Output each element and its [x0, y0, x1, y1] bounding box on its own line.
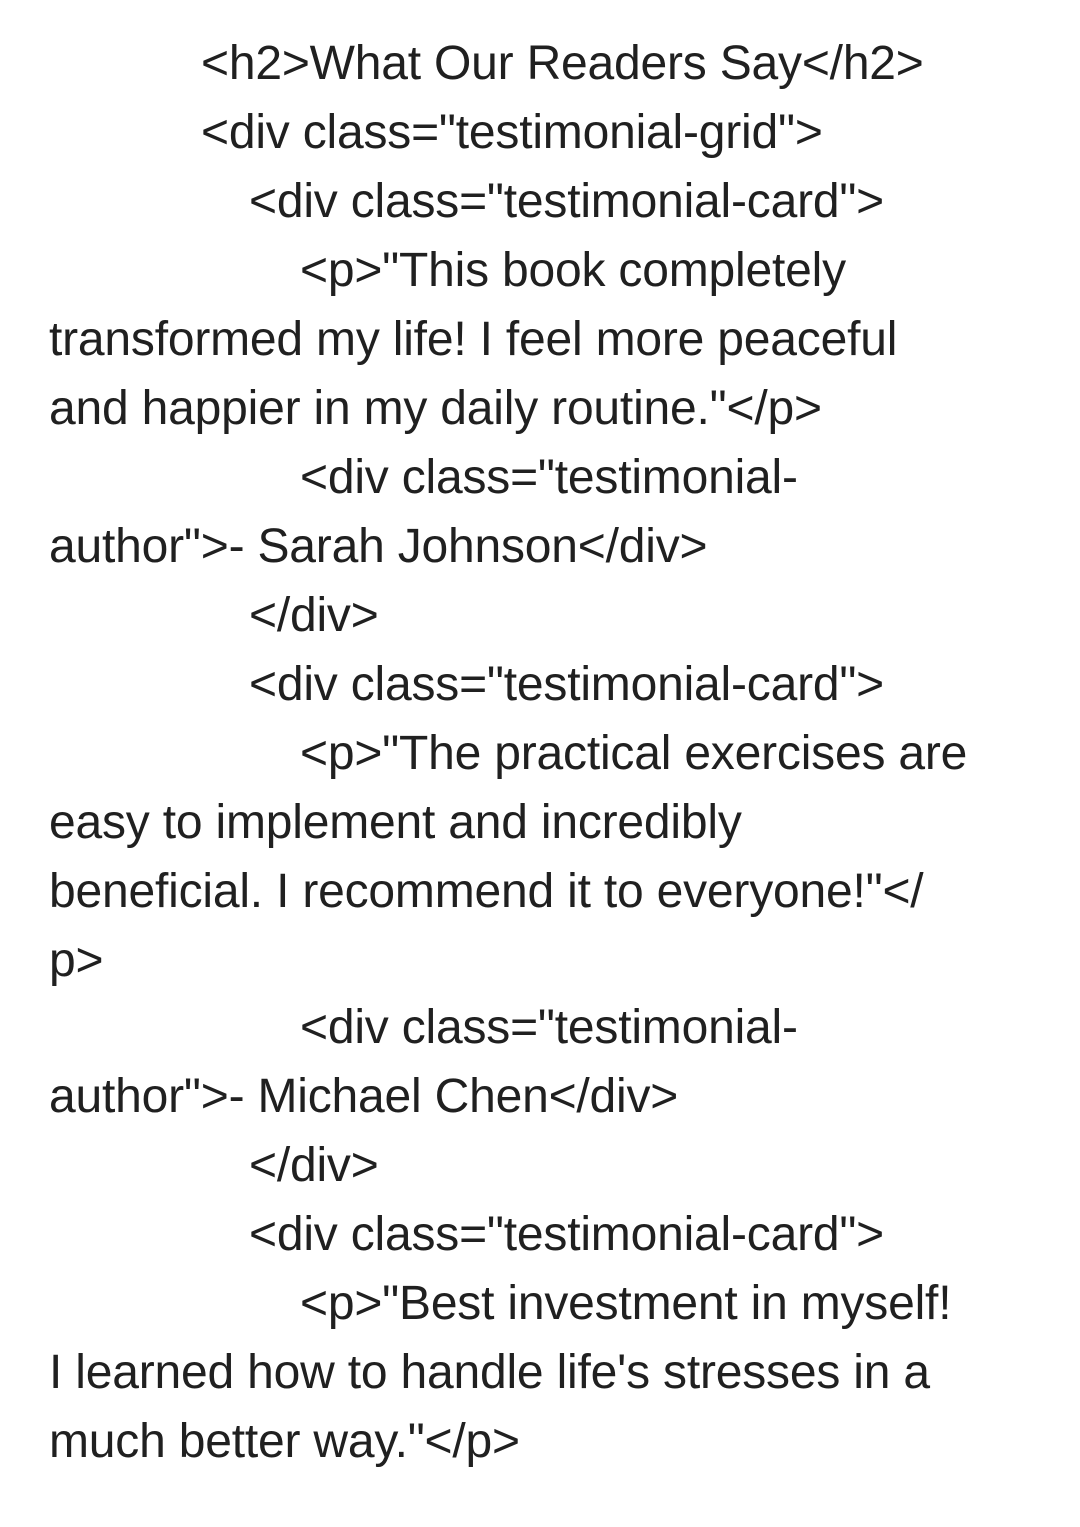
code-line: beneficial. I recommend it to everyone!"… [49, 865, 924, 918]
code-line: <p>"The practical exercises are [300, 727, 968, 780]
code-text-view: <h2>What Our Readers Say</h2> <div class… [0, 0, 1080, 1527]
code-line: I learned how to handle life's stresses … [49, 1346, 930, 1399]
code-line: much better way."</p> [49, 1415, 520, 1468]
code-line: <div class="testimonial-card"> [249, 1208, 885, 1261]
code-line: <div class="testimonial- [300, 451, 798, 504]
code-line: <p>"This book completely [300, 244, 846, 297]
code-line: p> [49, 934, 104, 987]
code-line: author">- Sarah Johnson</div> [49, 520, 708, 573]
code-line: <div class="testimonial-grid"> [201, 106, 823, 159]
code-line: </div> [249, 1139, 379, 1192]
code-line: </div> [249, 589, 379, 642]
code-line: <p>"Best investment in myself! [300, 1277, 952, 1330]
code-line: <div class="testimonial-card"> [249, 658, 885, 711]
code-line: and happier in my daily routine."</p> [49, 382, 822, 435]
code-line: transformed my life! I feel more peacefu… [49, 313, 898, 366]
code-line: <h2>What Our Readers Say</h2> [201, 37, 924, 90]
code-line: <div class="testimonial-card"> [249, 175, 885, 228]
code-line: author">- Michael Chen</div> [49, 1070, 679, 1123]
code-line: easy to implement and incredibly [49, 796, 742, 849]
code-line: <div class="testimonial- [300, 1001, 798, 1054]
